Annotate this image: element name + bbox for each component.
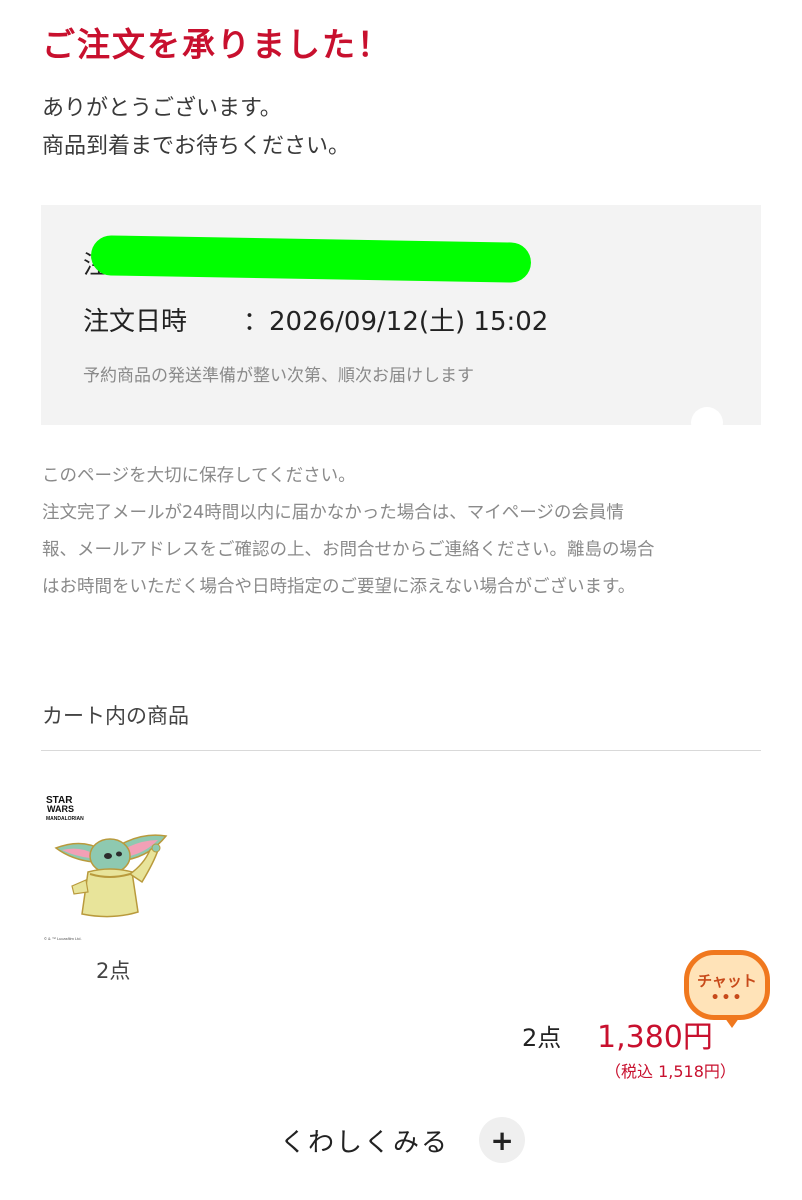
notice-line-2: 注文完了メールが24時間以内に届かなかった場合は、マイページの会員情 [42, 503, 624, 523]
order-shipping-note: 予約商品の発送準備が整い次第、順次お届けします [83, 366, 474, 386]
order-date-value: ：2026/09/12(土) 15:02 [243, 307, 549, 337]
view-details-label: くわしくみる [280, 1127, 450, 1158]
image-copyright: © & ™ Lucasfilm Ltd. [44, 936, 82, 941]
chat-dots: ••• [710, 990, 744, 1006]
notice-line-4: はお時間をいただく場合や日時指定のご要望に添えない場合がございます。 [42, 577, 636, 597]
chat-button[interactable]: チャット ••• [682, 948, 772, 1034]
notice-line-3: 報、メールアドレスをご確認の上、お問合せからご連絡ください。離島の場合 [42, 540, 655, 560]
page-title: ご注文を承りました！ [42, 25, 392, 64]
redaction-marker [90, 235, 532, 283]
plus-icon[interactable]: + [479, 1117, 526, 1163]
thanks-line-2: 商品到着までお待ちください。 [42, 134, 351, 159]
order-summary-box: 注735 注文日時 ：2026/09/12(土) 15:02 予約商品の発送準備… [41, 205, 761, 439]
notice-line-1: このページを大切に保存してください。 [42, 466, 356, 486]
product-image[interactable]: STAR WARS MANDALORIAN © & ™ Lucasfilm Lt… [42, 790, 182, 945]
brand-line-3: MANDALORIAN [46, 816, 84, 822]
order-date-label: 注文日時 [83, 307, 188, 337]
total-price-with-tax: （税込 1,518円） [605, 1062, 736, 1081]
total-quantity: 2点 [522, 1024, 562, 1052]
brand-line-2: WARS [47, 804, 74, 814]
box-corner-notch [691, 407, 723, 439]
thanks-message: ありがとうございます。 商品到着までお待ちください。 [42, 90, 350, 166]
cart-heading: カート内の商品 [42, 704, 189, 728]
thanks-line-1: ありがとうございます。 [42, 96, 282, 121]
chat-label: チャット [697, 972, 757, 990]
cart-divider [41, 750, 761, 751]
item-quantity: 2点 [96, 959, 131, 983]
view-details-link[interactable]: くわしくみる + [280, 1117, 526, 1163]
grogu-pin-icon: STAR WARS MANDALORIAN © & ™ Lucasfilm Lt… [44, 795, 168, 941]
notice-text: このページを大切に保存してください。 注文完了メールが24時間以内に届かなかった… [42, 458, 762, 606]
